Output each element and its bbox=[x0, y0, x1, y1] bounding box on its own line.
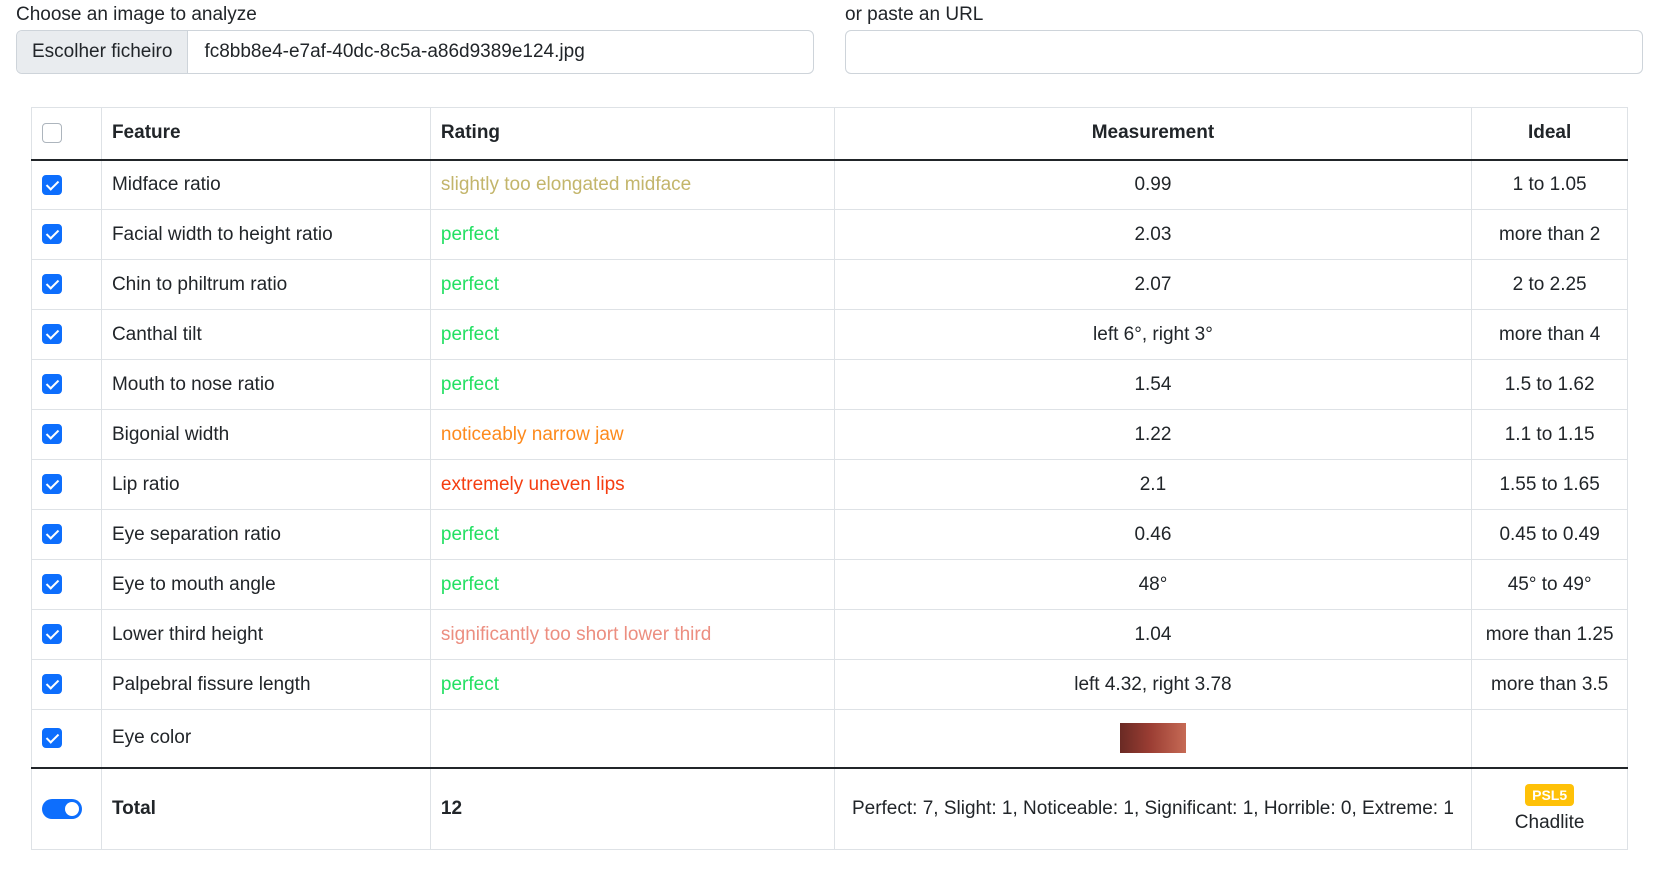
select-all-checkbox[interactable] bbox=[42, 123, 62, 144]
row-checkbox[interactable] bbox=[42, 374, 62, 395]
rating-cell bbox=[429, 709, 835, 768]
ideal-cell: 0.45 to 0.49 bbox=[1471, 509, 1628, 560]
measurement-cell: 48° bbox=[833, 559, 1473, 610]
header-ideal: Ideal bbox=[1471, 107, 1628, 161]
row-checkbox[interactable] bbox=[42, 624, 62, 645]
row-checkbox[interactable] bbox=[42, 574, 62, 595]
ideal-cell: 45° to 49° bbox=[1471, 559, 1628, 610]
header-rating: Rating bbox=[429, 107, 835, 161]
psl-name: Chadlite bbox=[1514, 811, 1585, 833]
feature-cell: Lip ratio bbox=[100, 459, 431, 510]
file-name: fc8bb8e4-e7af-40dc-8c5a-a86d9389e124.jpg bbox=[204, 41, 585, 62]
upload-label: Choose an image to analyze bbox=[16, 4, 257, 25]
table-row-total: Total 12 Perfect: 7, Slight: 1, Noticeab… bbox=[31, 766, 1628, 850]
total-summary: Perfect: 7, Slight: 1, Noticeable: 1, Si… bbox=[833, 766, 1473, 850]
results-table: Feature Rating Measurement Ideal Midface… bbox=[31, 107, 1628, 850]
table-row: Mouth to nose ratio perfect 1.54 1.5 to 1.6… bbox=[31, 359, 1628, 410]
row-checkbox[interactable] bbox=[42, 474, 62, 495]
rating-cell: perfect bbox=[429, 259, 835, 310]
eye-color-swatch bbox=[1119, 723, 1186, 754]
feature-cell: Eye to mouth angle bbox=[100, 559, 431, 610]
row-checkbox[interactable] bbox=[42, 174, 62, 195]
table-row: Lower third height significantly too shor… bbox=[31, 609, 1628, 660]
header-feature: Feature bbox=[100, 107, 431, 161]
measurement-cell: 2.03 bbox=[833, 209, 1473, 260]
table-row: Chin to philtrum ratio perfect 2.07 2 to 2.… bbox=[31, 259, 1628, 310]
measurement-cell: 1.04 bbox=[833, 609, 1473, 660]
table-row: Midface ratio slightly too elongated midf… bbox=[31, 159, 1628, 210]
rating-cell: perfect bbox=[429, 359, 835, 410]
table-row: Eye to mouth angle perfect 48° 45° to 49° bbox=[31, 559, 1628, 610]
rating-cell: noticeably narrow jaw bbox=[429, 409, 835, 460]
ideal-cell: 2 to 2.25 bbox=[1471, 259, 1628, 310]
feature-cell: Mouth to nose ratio bbox=[100, 359, 431, 410]
rating-cell: perfect bbox=[429, 209, 835, 260]
rating-cell: perfect bbox=[429, 309, 835, 360]
measurement-cell: left 4.32, right 3.78 bbox=[833, 659, 1473, 710]
feature-cell: Midface ratio bbox=[100, 159, 431, 210]
measurement-cell: 2.07 bbox=[833, 259, 1473, 310]
table-row: Palpebral fissure length perfect left 4.32… bbox=[31, 659, 1628, 710]
row-checkbox[interactable] bbox=[42, 524, 62, 545]
measurement-cell: left 6°, right 3° bbox=[833, 309, 1473, 360]
row-checkbox[interactable] bbox=[42, 274, 62, 295]
feature-cell: Facial width to height ratio bbox=[100, 209, 431, 260]
total-label: Total bbox=[100, 766, 431, 850]
ideal-cell: 1.5 to 1.62 bbox=[1471, 359, 1628, 410]
psl-badge: PSL5 bbox=[1525, 783, 1575, 806]
rating-cell: perfect bbox=[429, 509, 835, 560]
file-input[interactable]: Escolher ficheiro fc8bb8e4-e7af-40dc-8c5… bbox=[16, 30, 814, 74]
ideal-cell: 1.55 to 1.65 bbox=[1471, 459, 1628, 510]
row-checkbox[interactable] bbox=[42, 324, 62, 345]
feature-cell: Chin to philtrum ratio bbox=[100, 259, 431, 310]
table-row: Bigonial width noticeably narrow jaw 1.22 1… bbox=[31, 409, 1628, 460]
feature-cell: Eye separation ratio bbox=[100, 509, 431, 560]
table-header-row: Feature Rating Measurement Ideal bbox=[31, 107, 1628, 161]
table-row: Lip ratio extremely uneven lips 2.1 1.55 to… bbox=[31, 459, 1628, 510]
row-checkbox[interactable] bbox=[42, 674, 62, 695]
ideal-cell: more than 1.25 bbox=[1471, 609, 1628, 660]
rating-cell: significantly too short lower third bbox=[429, 609, 835, 660]
psl-cell: PSL5 Chadlite bbox=[1471, 766, 1628, 850]
ideal-cell: more than 4 bbox=[1471, 309, 1628, 360]
feature-cell: Palpebral fissure length bbox=[100, 659, 431, 710]
row-checkbox[interactable] bbox=[42, 224, 62, 245]
table-row: Facial width to height ratio perfect 2.03 m… bbox=[31, 209, 1628, 260]
measurement-cell: 0.46 bbox=[833, 509, 1473, 560]
ideal-cell: more than 2 bbox=[1471, 209, 1628, 260]
feature-cell: Bigonial width bbox=[100, 409, 431, 460]
ideal-cell: 1.1 to 1.15 bbox=[1471, 409, 1628, 460]
feature-cell: Lower third height bbox=[100, 609, 431, 660]
feature-cell: Canthal tilt bbox=[100, 309, 431, 360]
header-measurement: Measurement bbox=[833, 107, 1473, 161]
rating-cell: perfect bbox=[429, 559, 835, 610]
ideal-cell bbox=[1471, 709, 1628, 768]
row-checkbox[interactable] bbox=[42, 424, 62, 445]
rating-cell: perfect bbox=[429, 659, 835, 710]
choose-file-button[interactable]: Escolher ficheiro bbox=[17, 31, 189, 73]
measurement-cell: 1.22 bbox=[833, 409, 1473, 460]
total-count: 12 bbox=[429, 766, 835, 850]
measurement-cell: 0.99 bbox=[833, 159, 1473, 210]
url-input[interactable] bbox=[845, 30, 1643, 74]
ideal-cell: more than 3.5 bbox=[1471, 659, 1628, 710]
table-row-eye-color: Eye color bbox=[31, 709, 1628, 768]
rating-cell: extremely uneven lips bbox=[429, 459, 835, 510]
measurement-cell bbox=[833, 709, 1473, 768]
ideal-cell: 1 to 1.05 bbox=[1471, 159, 1628, 210]
url-label: or paste an URL bbox=[845, 4, 984, 25]
table-row: Canthal tilt perfect left 6°, right 3° more… bbox=[31, 309, 1628, 360]
table-row: Eye separation ratio perfect 0.46 0.45 to 0… bbox=[31, 509, 1628, 560]
rating-cell: slightly too elongated midface bbox=[429, 159, 835, 210]
row-checkbox[interactable] bbox=[42, 728, 62, 749]
total-toggle[interactable] bbox=[42, 798, 82, 819]
feature-cell: Eye color bbox=[100, 709, 431, 768]
measurement-cell: 2.1 bbox=[833, 459, 1473, 510]
measurement-cell: 1.54 bbox=[833, 359, 1473, 410]
